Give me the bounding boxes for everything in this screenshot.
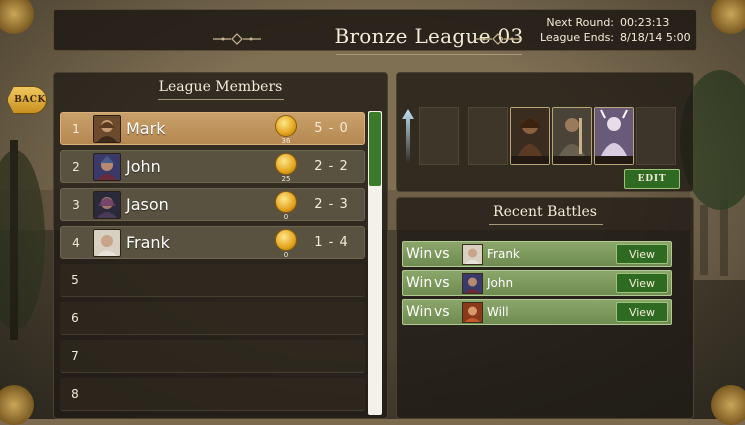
deck-slot[interactable] [419,107,459,165]
league-members-panel: League Members 1 Mark 36 5 - 0 2 John 25… [53,72,388,419]
title-divider [336,54,522,55]
member-rank: 5 [71,273,79,287]
empty-member-row: 7 [60,340,365,373]
member-avatar [93,152,121,181]
recent-battles-title: Recent Battles [493,204,597,220]
coin-count: 0 [275,191,297,221]
next-round-value: 00:23:13 [620,16,670,29]
coin-value: 25 [281,175,291,183]
deck-panel: EDIT [396,72,694,192]
next-round-label: Next Round: [546,16,615,29]
member-score: 1 - 4 [314,235,348,250]
gold-coin-icon [275,153,297,175]
league-ends-label: League Ends: [540,31,615,44]
gold-coin-icon [275,229,297,251]
right-flourish-icon [474,33,522,45]
deck-slot[interactable] [468,107,508,165]
recent-battles-panel: Recent Battles Win vs Frank View Win vs … [396,197,694,419]
coin-value: 0 [283,213,289,221]
empty-member-row: 5 [60,264,365,297]
hero-card[interactable] [552,107,592,165]
opponent-avatar [462,301,483,323]
coin-value: 0 [283,251,289,259]
member-row[interactable]: 4 Frank 0 1 - 4 [60,226,365,259]
opponent-name: John [487,276,514,290]
member-name: Mark [126,119,166,138]
member-rank: 6 [71,311,79,325]
gold-coin-icon [275,115,297,137]
member-rank: 1 [72,121,80,136]
corner-ornament [711,385,745,425]
member-rank: 2 [72,159,80,174]
league-ends-value: 8/18/14 5:00 [620,31,691,44]
coin-count: 36 [275,115,297,145]
battle-vs: vs [434,246,450,262]
panel-title-divider [489,224,603,225]
league-header: Bronze League 03 Next Round: 00:23:13 Le… [53,9,697,55]
battle-result: Win [406,304,433,320]
league-timers: Next Round: 00:23:13 League Ends: 8/18/1… [540,15,692,45]
coin-value: 36 [281,137,291,145]
empty-member-row: 8 [60,378,365,411]
up-arrow-icon [402,109,414,163]
member-rank: 8 [71,387,79,401]
member-avatar [93,114,121,143]
panel-title-divider [158,99,284,100]
corner-ornament [0,385,34,425]
member-rank: 7 [71,349,79,363]
member-name: John [126,157,161,176]
deck-slot[interactable] [636,107,676,165]
coin-count: 0 [275,229,297,259]
opponent-name: Will [487,305,509,319]
member-score: 5 - 0 [314,121,348,136]
empty-member-row: 6 [60,302,365,335]
battle-row: Win vs John View [402,270,672,296]
opponent-name: Frank [487,247,520,261]
view-battle-button[interactable]: View [616,273,668,293]
opponent-avatar [462,272,483,294]
member-name: Jason [126,195,169,214]
battle-vs: vs [434,275,450,291]
member-avatar [93,228,121,257]
member-avatar [93,190,121,219]
members-scroll-thumb[interactable] [369,112,381,186]
member-row[interactable]: 3 Jason 0 2 - 3 [60,188,365,221]
coin-count: 25 [275,153,297,183]
member-rank: 3 [72,197,80,212]
view-battle-button[interactable]: View [616,244,668,264]
back-button[interactable]: BACK [7,86,47,114]
member-score: 2 - 2 [314,159,348,174]
battle-result: Win [406,275,433,291]
view-battle-button[interactable]: View [616,302,668,322]
battle-row: Win vs Will View [402,299,672,325]
member-row[interactable]: 1 Mark 36 5 - 0 [60,112,365,145]
battle-vs: vs [434,304,450,320]
left-flourish-icon [213,33,261,45]
gold-coin-icon [275,191,297,213]
opponent-avatar [462,243,483,265]
battle-row: Win vs Frank View [402,241,672,267]
member-row[interactable]: 2 John 25 2 - 2 [60,150,365,183]
edit-deck-button[interactable]: EDIT [624,169,680,189]
hero-card[interactable] [594,107,634,165]
hero-card[interactable] [510,107,550,165]
league-members-title: League Members [158,79,283,95]
battle-result: Win [406,246,433,262]
member-score: 2 - 3 [314,197,348,212]
member-name: Frank [126,233,170,252]
member-rank: 4 [72,235,80,250]
